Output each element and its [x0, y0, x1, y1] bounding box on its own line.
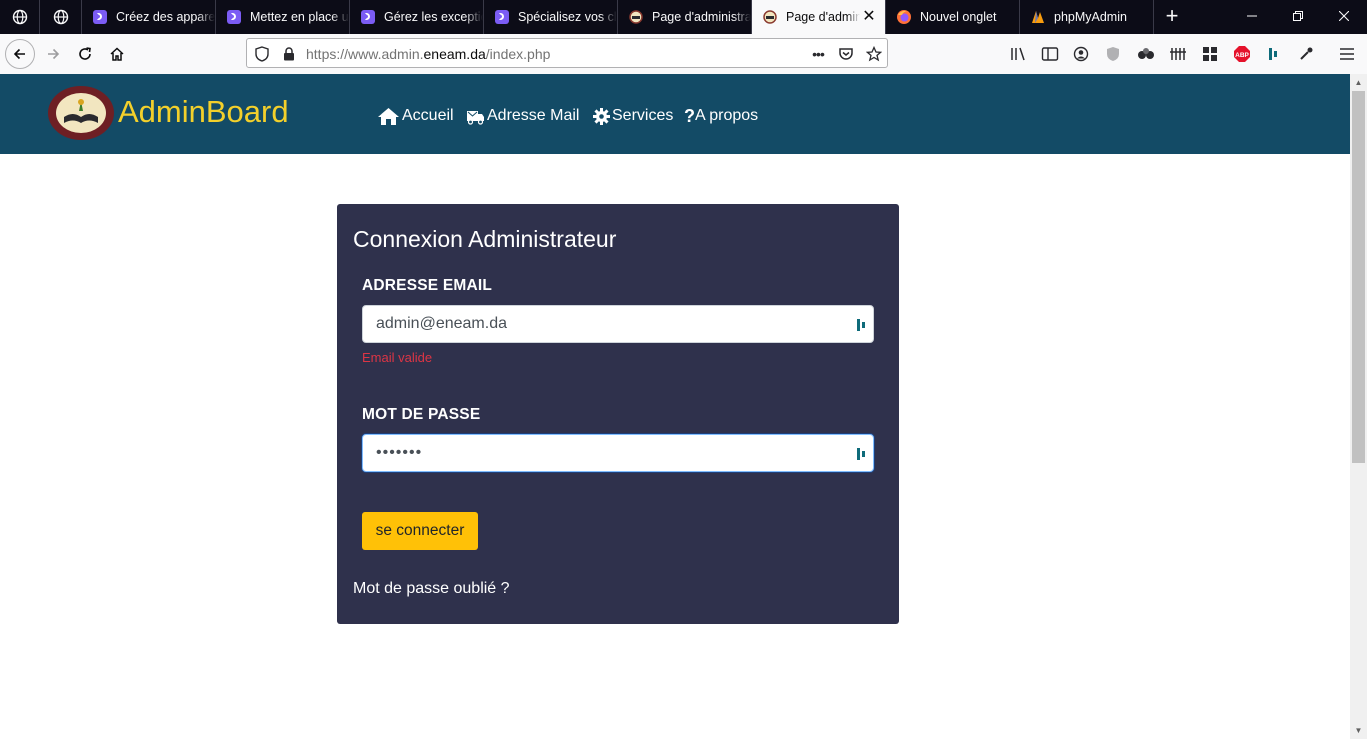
scroll-down-icon[interactable]: ▼ — [1350, 722, 1367, 739]
lock-icon[interactable] — [280, 45, 298, 63]
d-logo-icon — [360, 9, 376, 25]
tab-label: Spécialisez vos classes — [518, 10, 617, 24]
tab-specialisez-vos-classes[interactable]: Spécialisez vos classes — [484, 0, 618, 34]
scroll-thumb[interactable] — [1352, 91, 1365, 463]
tab-page-administration-1[interactable]: Page d'administration — [618, 0, 752, 34]
tab-label: Créez des appareils — [116, 10, 215, 24]
extension-grid-icon[interactable] — [1168, 44, 1188, 64]
tab-pinned-2[interactable] — [40, 0, 82, 34]
home-icon — [110, 47, 124, 61]
url-text[interactable]: https://www.admin.eneam.da/index.php — [306, 46, 550, 62]
adblock-plus-icon[interactable]: ABP — [1232, 44, 1252, 64]
nav-services[interactable]: Services — [593, 104, 673, 128]
svg-text:ABP: ABP — [1235, 52, 1249, 59]
reload-icon — [79, 47, 91, 60]
tab-label: Page d'administration — [786, 10, 860, 24]
tab-nouvel-onglet[interactable]: Nouvel onglet — [886, 0, 1020, 34]
mail-truck-icon — [467, 110, 484, 125]
tracking-shield-icon[interactable] — [253, 45, 271, 63]
brand-title[interactable]: AdminBoard — [118, 94, 289, 130]
login-title: Connexion Administrateur — [353, 226, 617, 252]
password-field[interactable] — [362, 434, 874, 472]
nav-about-label: A propos — [695, 107, 759, 124]
scroll-up-icon[interactable]: ▲ — [1350, 74, 1367, 91]
tab-pinned-1[interactable] — [0, 0, 40, 34]
back-button[interactable] — [5, 39, 35, 69]
globe-icon — [12, 9, 28, 25]
eyedropper-icon[interactable] — [1296, 44, 1316, 64]
email-status: Email valide — [362, 350, 433, 365]
site-header: AdminBoard Accueil Adresse Mail Services… — [0, 74, 1350, 154]
phpmyadmin-icon — [1030, 9, 1046, 25]
school-logo-icon — [628, 9, 644, 25]
globe-icon — [53, 9, 69, 25]
nav-mail[interactable]: Adresse Mail — [466, 104, 579, 128]
pocket-icon[interactable] — [837, 45, 855, 63]
extension-glasses-icon[interactable] — [1136, 44, 1156, 64]
tab-label: Gérez les exceptions — [384, 10, 483, 24]
password-label: MOT DE PASSE — [362, 406, 481, 423]
nav-services-label: Services — [612, 107, 674, 124]
nav-home-label: Accueil — [402, 107, 454, 124]
sidebar-icon[interactable] — [1040, 44, 1060, 64]
forgot-password-link[interactable]: Mot de passe oublié ? — [353, 580, 510, 598]
forward-arrow-icon — [48, 48, 60, 60]
nav-about[interactable]: ? A propos — [684, 104, 758, 128]
back-arrow-icon — [13, 48, 25, 60]
email-field[interactable] — [362, 305, 874, 343]
page-actions-icon[interactable]: ••• — [809, 45, 827, 63]
tab-label: Mettez en place une — [250, 10, 349, 24]
close-tab-icon[interactable]: ✕ — [861, 9, 877, 25]
nav-home[interactable]: Accueil — [377, 104, 454, 128]
d-logo-icon — [92, 9, 108, 25]
password-manager-icon[interactable] — [855, 446, 869, 462]
home-icon — [378, 107, 399, 125]
forward-button[interactable] — [38, 39, 68, 69]
tab-page-administration-active[interactable]: Page d'administration ✕ — [752, 0, 886, 34]
bookmark-star-icon[interactable] — [865, 45, 883, 63]
account-icon[interactable] — [1071, 44, 1091, 64]
close-window-button[interactable] — [1321, 0, 1367, 34]
privacy-badger-icon[interactable] — [1103, 44, 1123, 64]
navigation-toolbar: https://www.admin.eneam.da/index.php •••… — [0, 34, 1367, 75]
new-tab-button[interactable]: + — [1158, 0, 1186, 34]
login-card: Connexion Administrateur ADRESSE EMAIL E… — [337, 204, 899, 624]
home-button[interactable] — [102, 39, 132, 69]
book-emblem-icon — [64, 99, 98, 123]
d-logo-icon — [494, 9, 510, 25]
password-manager-icon[interactable] — [855, 317, 869, 333]
d-logo-icon — [226, 9, 242, 25]
email-label: ADRESSE EMAIL — [362, 277, 493, 294]
school-logo-icon — [762, 9, 778, 25]
extension-blocks-icon[interactable] — [1200, 44, 1220, 64]
question-icon: ? — [684, 105, 695, 126]
login-button[interactable]: se connecter — [362, 512, 478, 550]
tab-phpmyadmin[interactable]: phpMyAdmin — [1020, 0, 1154, 34]
page-content: AdminBoard Accueil Adresse Mail Services… — [0, 74, 1350, 739]
tab-mettez-en-place[interactable]: Mettez en place une — [216, 0, 350, 34]
tab-strip: Créez des appareils Mettez en place une … — [0, 0, 1367, 34]
url-bar[interactable]: https://www.admin.eneam.da/index.php ••• — [246, 38, 888, 68]
hamburger-menu-icon[interactable] — [1337, 44, 1357, 64]
tab-label: Page d'administration — [652, 10, 751, 24]
restore-button[interactable] — [1275, 0, 1321, 34]
firefox-icon — [896, 9, 912, 25]
school-logo[interactable] — [48, 86, 114, 140]
minimize-button[interactable] — [1229, 0, 1275, 34]
tab-gerez-les-exceptions[interactable]: Gérez les exceptions — [350, 0, 484, 34]
tab-label: Nouvel onglet — [920, 10, 997, 24]
tab-label: phpMyAdmin — [1054, 10, 1127, 24]
reload-button[interactable] — [70, 39, 100, 69]
tab-creez-des-appareils[interactable]: Créez des appareils — [82, 0, 216, 34]
nav-mail-label: Adresse Mail — [487, 107, 580, 124]
extension-dashlane-icon[interactable] — [1264, 44, 1284, 64]
page-scrollbar[interactable]: ▲ ▼ — [1350, 74, 1367, 739]
library-icon[interactable] — [1009, 44, 1029, 64]
gear-icon — [593, 107, 610, 125]
